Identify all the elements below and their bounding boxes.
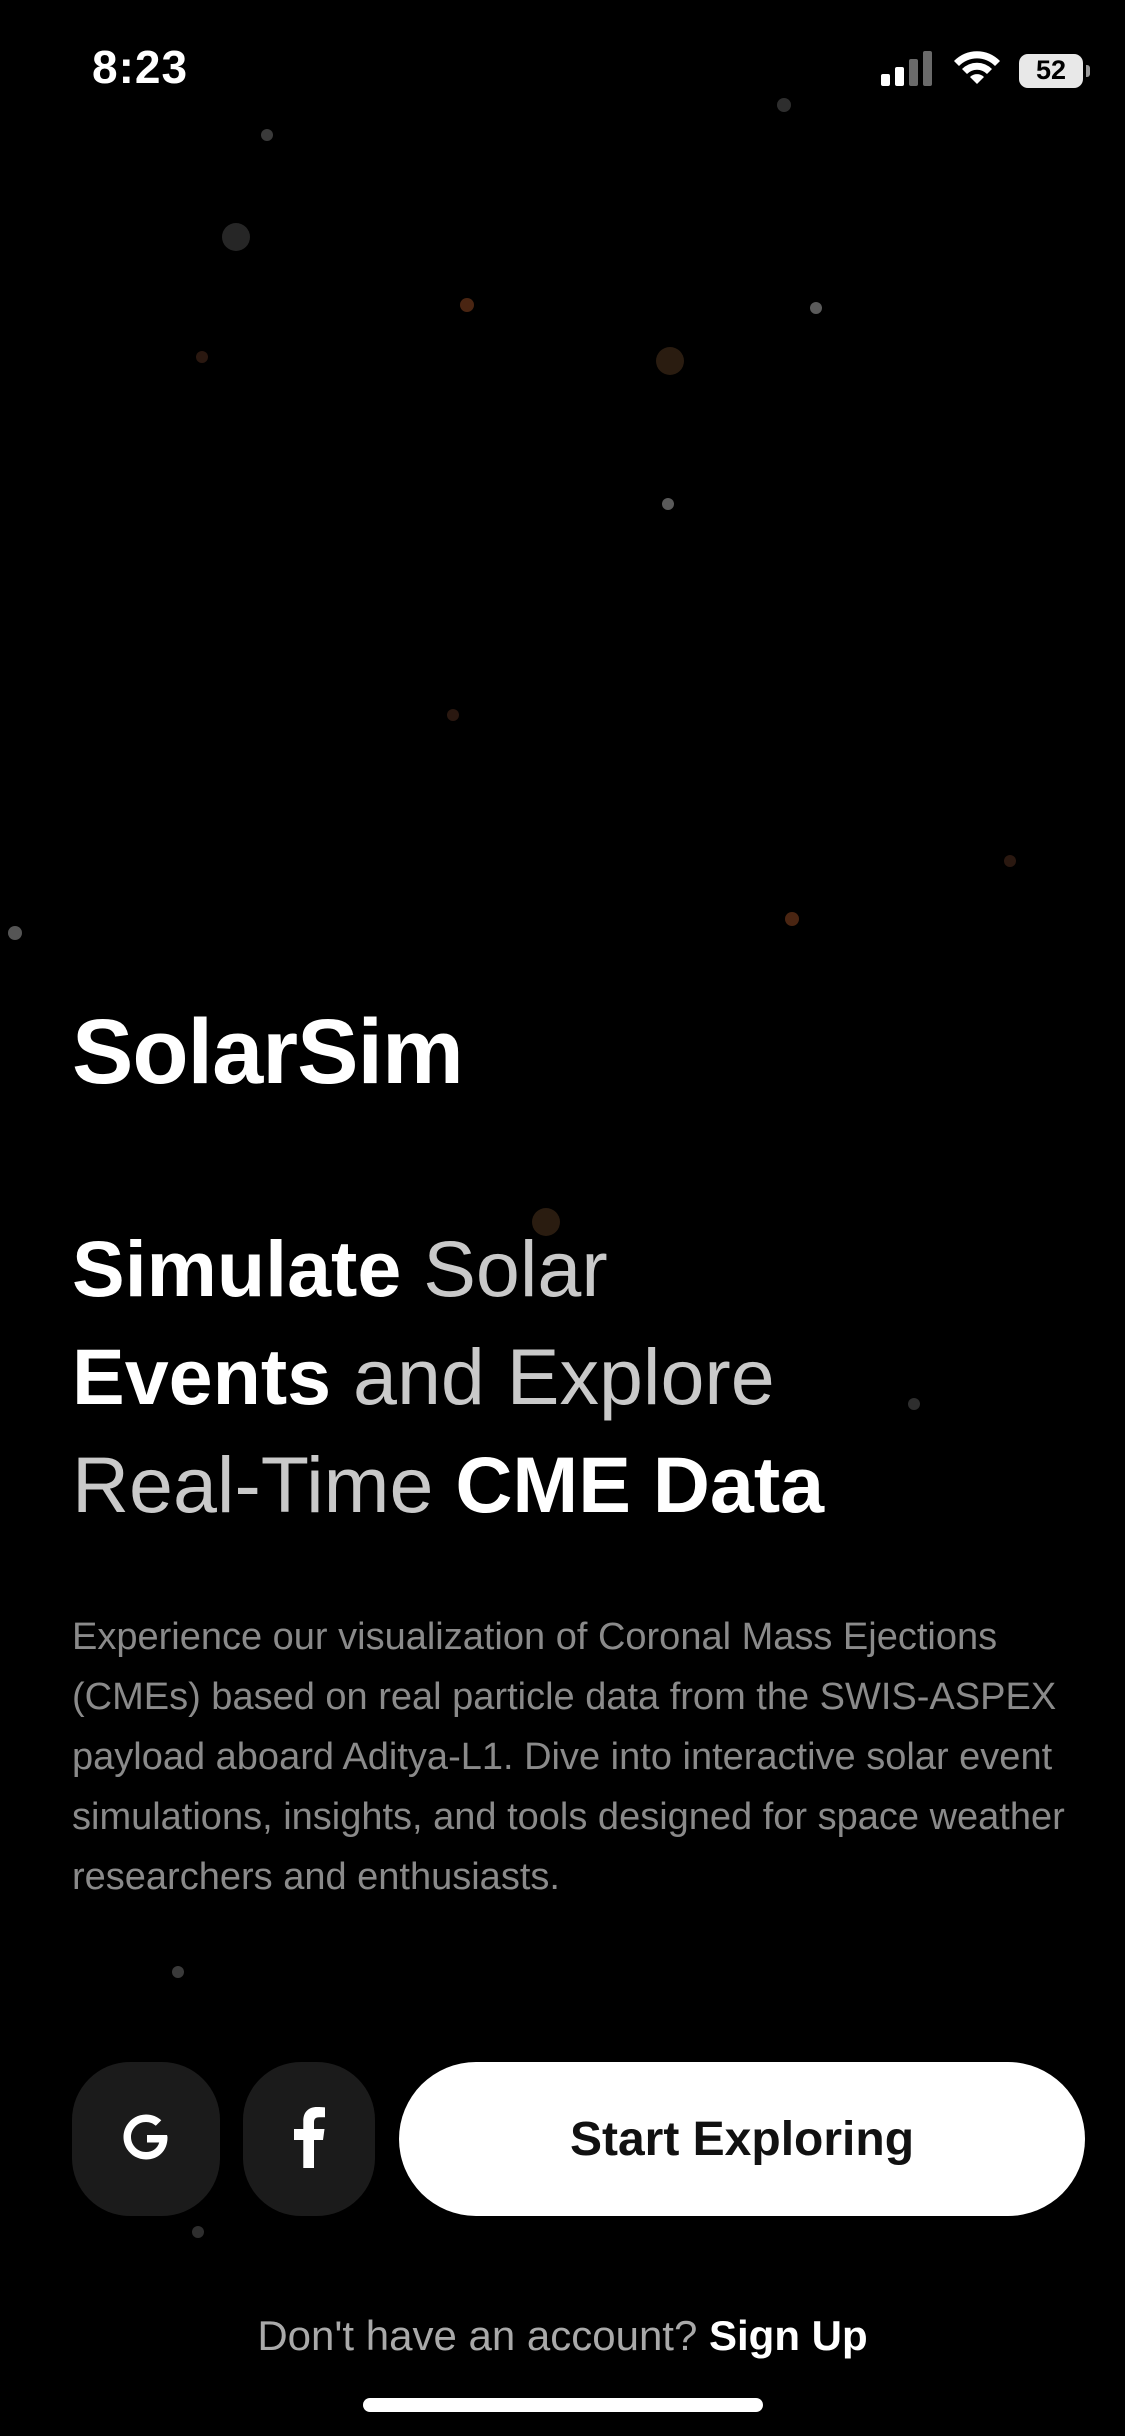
- signup-row: Don't have an account? Sign Up: [0, 2312, 1125, 2360]
- status-time: 8:23: [92, 41, 189, 93]
- start-exploring-button[interactable]: Start Exploring: [399, 2062, 1085, 2216]
- star: [447, 709, 459, 721]
- headline-and-explore: and Explore: [331, 1332, 775, 1421]
- headline-cme-data: CME Data: [455, 1440, 825, 1529]
- headline-events: Events: [72, 1332, 332, 1421]
- battery-level: 52: [1035, 55, 1067, 85]
- headline-real-time: Real-Time: [72, 1440, 456, 1529]
- star: [222, 223, 250, 251]
- headline: Simulate Solar Events and Explore Real-T…: [72, 1215, 1072, 1539]
- star: [172, 1966, 184, 1978]
- headline-solar: Solar: [401, 1224, 608, 1313]
- battery-icon: 52: [1019, 53, 1090, 88]
- app-title: SolarSim: [72, 1001, 464, 1103]
- facebook-icon: [292, 2106, 326, 2173]
- description-text: Experience our visualization of Coronal …: [72, 1616, 1065, 1898]
- google-icon: [118, 2109, 174, 2170]
- star: [196, 351, 208, 363]
- star: [192, 2226, 204, 2238]
- status-icons: 52: [881, 50, 1090, 91]
- signup-prompt: Don't have an account?: [257, 2312, 709, 2359]
- facebook-sign-in-button[interactable]: [243, 2062, 375, 2216]
- cellular-signal-icon: [881, 50, 935, 91]
- star: [785, 912, 799, 926]
- google-sign-in-button[interactable]: [72, 2062, 220, 2216]
- star: [656, 347, 684, 375]
- status-bar: 8:23 52: [0, 0, 1125, 140]
- star: [662, 498, 674, 510]
- headline-simulate: Simulate: [72, 1224, 402, 1313]
- home-indicator[interactable]: [363, 2398, 763, 2412]
- star: [460, 298, 474, 312]
- wifi-icon: [953, 50, 1001, 91]
- star: [810, 302, 822, 314]
- sign-up-link[interactable]: Sign Up: [709, 2312, 868, 2359]
- star: [1004, 855, 1016, 867]
- star: [8, 926, 22, 940]
